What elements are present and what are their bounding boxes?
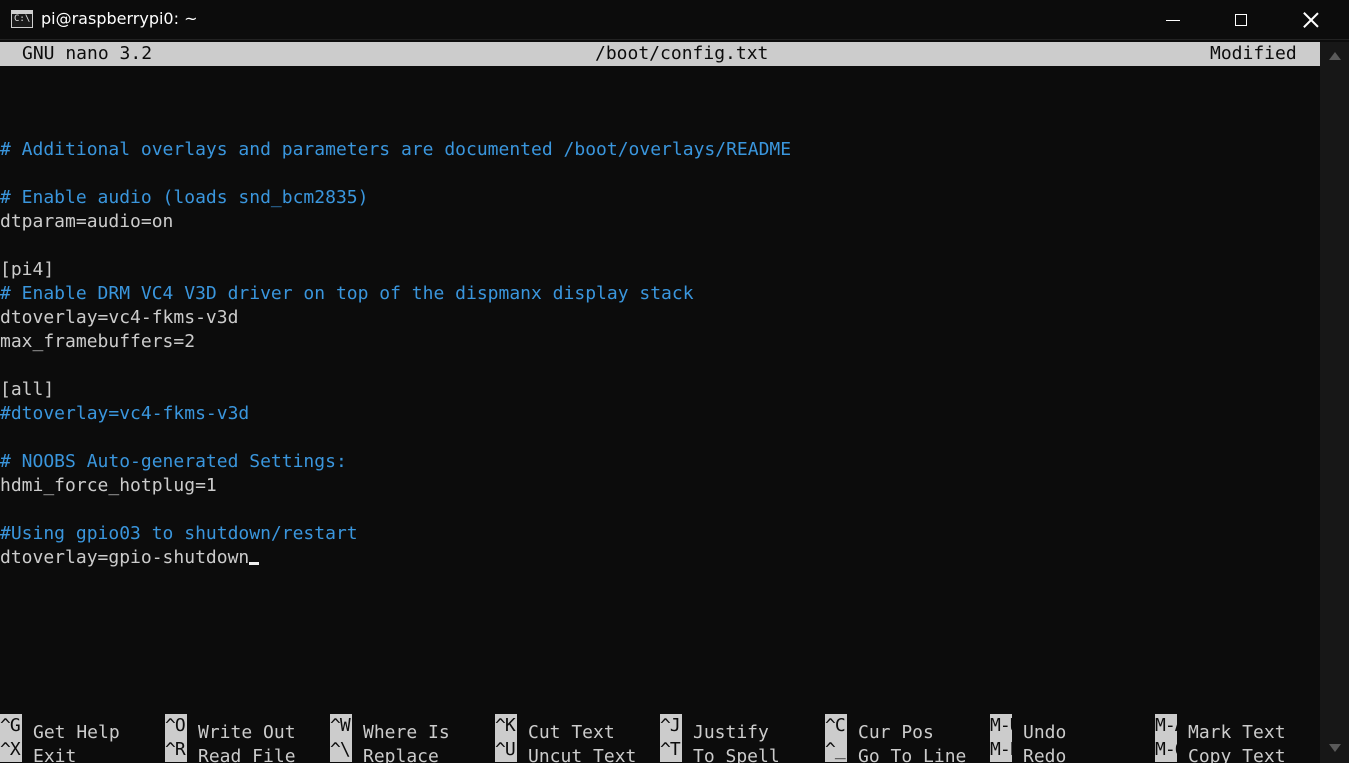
scroll-down-icon[interactable] — [1329, 744, 1341, 752]
line-text: dtparam=audio=on — [0, 211, 174, 232]
editor-line[interactable]: #dtoverlay=vc4-fkms-v3d — [0, 402, 1320, 426]
editor-line[interactable] — [0, 234, 1320, 258]
nano-header-bar: GNU nano 3.2 /boot/config.txt Modified — [0, 42, 1320, 66]
editor-line[interactable] — [0, 354, 1320, 378]
shortcut-item[interactable]: ^R Read File — [165, 738, 296, 763]
editor-line[interactable] — [0, 426, 1320, 450]
editor-line[interactable] — [0, 162, 1320, 186]
line-text: #dtoverlay=vc4-fkms-v3d — [0, 403, 250, 424]
line-text: [pi4] — [0, 259, 55, 280]
shortcut-key: M-U — [990, 714, 1012, 738]
shortcut-item[interactable]: ^C Cur Pos — [825, 714, 934, 743]
shortcut-item[interactable]: ^K Cut Text — [495, 714, 615, 743]
editor-line[interactable]: max_framebuffers=2 — [0, 330, 1320, 354]
scroll-up-icon[interactable] — [1329, 52, 1341, 60]
line-text: # Additional overlays and parameters are… — [0, 139, 792, 160]
line-text: # Enable DRM VC4 V3D driver on top of th… — [0, 283, 694, 304]
close-icon — [1303, 12, 1319, 28]
title-bar[interactable]: C:\ pi@raspberrypi0: ~ — [0, 0, 1349, 40]
shortcut-key: ^O — [165, 714, 187, 738]
shortcut-item[interactable]: ^G Get Help — [0, 714, 120, 743]
shortcut-item[interactable]: ^_ Go To Line — [825, 738, 967, 763]
shortcut-bar: ^G Get Help ^O Write Out ^W Where Is ^K Cut Tex… — [0, 714, 1320, 763]
file-name: /boot/config.txt — [595, 43, 769, 64]
editor-line[interactable]: # Enable DRM VC4 V3D driver on top of th… — [0, 282, 1320, 306]
line-text: hdmi_force_hotplug=1 — [0, 475, 217, 496]
shortcut-key: ^_ — [825, 738, 847, 762]
shortcut-key: ^C — [825, 714, 847, 738]
shortcut-item[interactable]: ^J Justify — [660, 714, 769, 743]
nano-version: GNU nano 3.2 — [22, 43, 153, 64]
editor-line[interactable]: dtoverlay=vc4-fkms-v3d — [0, 306, 1320, 330]
line-text: # Enable audio (loads snd_bcm2835) — [0, 187, 369, 208]
editor-line[interactable] — [0, 498, 1320, 522]
line-text: dtoverlay=vc4-fkms-v3d — [0, 307, 239, 328]
editor-line[interactable]: [pi4] — [0, 258, 1320, 282]
shortcut-key: ^R — [165, 738, 187, 762]
shortcut-key: M-A — [1155, 714, 1177, 738]
line-text: #Using gpio03 to shutdown/restart — [0, 523, 358, 544]
shortcut-item[interactable]: ^X Exit — [0, 738, 77, 763]
shortcut-key: ^K — [495, 714, 517, 738]
terminal-window: C:\ pi@raspberrypi0: ~ GNU nano 3.2 /boo… — [0, 0, 1349, 763]
line-text: max_framebuffers=2 — [0, 331, 196, 352]
shortcut-label: To Spell — [693, 746, 780, 763]
shortcut-item[interactable]: ^\ Replace — [330, 738, 439, 763]
editor-line[interactable]: # Additional overlays and parameters are… — [0, 138, 1320, 162]
editor-line[interactable]: #Using gpio03 to shutdown/restart — [0, 522, 1320, 546]
maximize-button[interactable] — [1206, 0, 1276, 40]
editor-line[interactable]: # NOOBS Auto-generated Settings: — [0, 450, 1320, 474]
shortcut-item[interactable]: M-E Redo — [990, 738, 1067, 763]
shortcut-key: ^U — [495, 738, 517, 762]
shortcut-label: Uncut Text — [528, 746, 637, 763]
vertical-scrollbar[interactable] — [1320, 42, 1349, 763]
shortcut-key: ^J — [660, 714, 682, 738]
minimize-icon — [1166, 19, 1180, 21]
line-text: [all] — [0, 379, 55, 400]
console-icon: C:\ — [11, 10, 33, 28]
shortcut-item[interactable]: M-6 Copy Text — [1155, 738, 1286, 763]
shortcut-label: Redo — [1023, 746, 1067, 763]
editor-line[interactable]: dtoverlay=gpio-shutdown — [0, 546, 1320, 570]
shortcut-label: Exit — [33, 746, 77, 763]
terminal-area[interactable]: GNU nano 3.2 /boot/config.txt Modified #… — [0, 42, 1320, 763]
editor-line[interactable]: # Enable audio (loads snd_bcm2835) — [0, 186, 1320, 210]
close-button[interactable] — [1276, 0, 1346, 40]
shortcut-key: ^W — [330, 714, 352, 738]
window-title: pi@raspberrypi0: ~ — [41, 9, 198, 28]
shortcut-key: M-E — [990, 738, 1012, 762]
maximize-icon — [1235, 14, 1247, 26]
shortcut-key: ^G — [0, 714, 22, 738]
shortcut-label: Replace — [363, 746, 439, 763]
line-text: dtoverlay=gpio-shutdown — [0, 547, 250, 568]
shortcut-item[interactable]: M-AMark Text — [1155, 714, 1286, 743]
shortcut-key: ^X — [0, 738, 22, 762]
editor-line[interactable] — [0, 114, 1320, 138]
editor-line[interactable]: hdmi_force_hotplug=1 — [0, 474, 1320, 498]
shortcut-key: ^\ — [330, 738, 352, 762]
shortcut-item[interactable]: ^T To Spell — [660, 738, 780, 763]
shortcut-label: Read File — [198, 746, 296, 763]
shortcut-label: Copy Text — [1188, 746, 1286, 763]
editor-content[interactable]: # Additional overlays and parameters are… — [0, 114, 1320, 570]
editor-line[interactable]: [all] — [0, 378, 1320, 402]
modified-status: Modified — [1210, 43, 1297, 64]
shortcut-label: Go To Line — [858, 746, 967, 763]
shortcut-item[interactable]: ^U Uncut Text — [495, 738, 637, 763]
shortcut-key: ^T — [660, 738, 682, 762]
editor-line[interactable]: dtparam=audio=on — [0, 210, 1320, 234]
shortcut-key: M-6 — [1155, 738, 1177, 762]
shortcut-item[interactable]: ^W Where Is — [330, 714, 450, 743]
line-text: # NOOBS Auto-generated Settings: — [0, 451, 347, 472]
shortcut-item[interactable]: M-UUndo — [990, 714, 1066, 743]
text-cursor — [249, 562, 260, 565]
shortcut-item[interactable]: ^O Write Out — [165, 714, 296, 743]
minimize-button[interactable] — [1138, 0, 1208, 40]
